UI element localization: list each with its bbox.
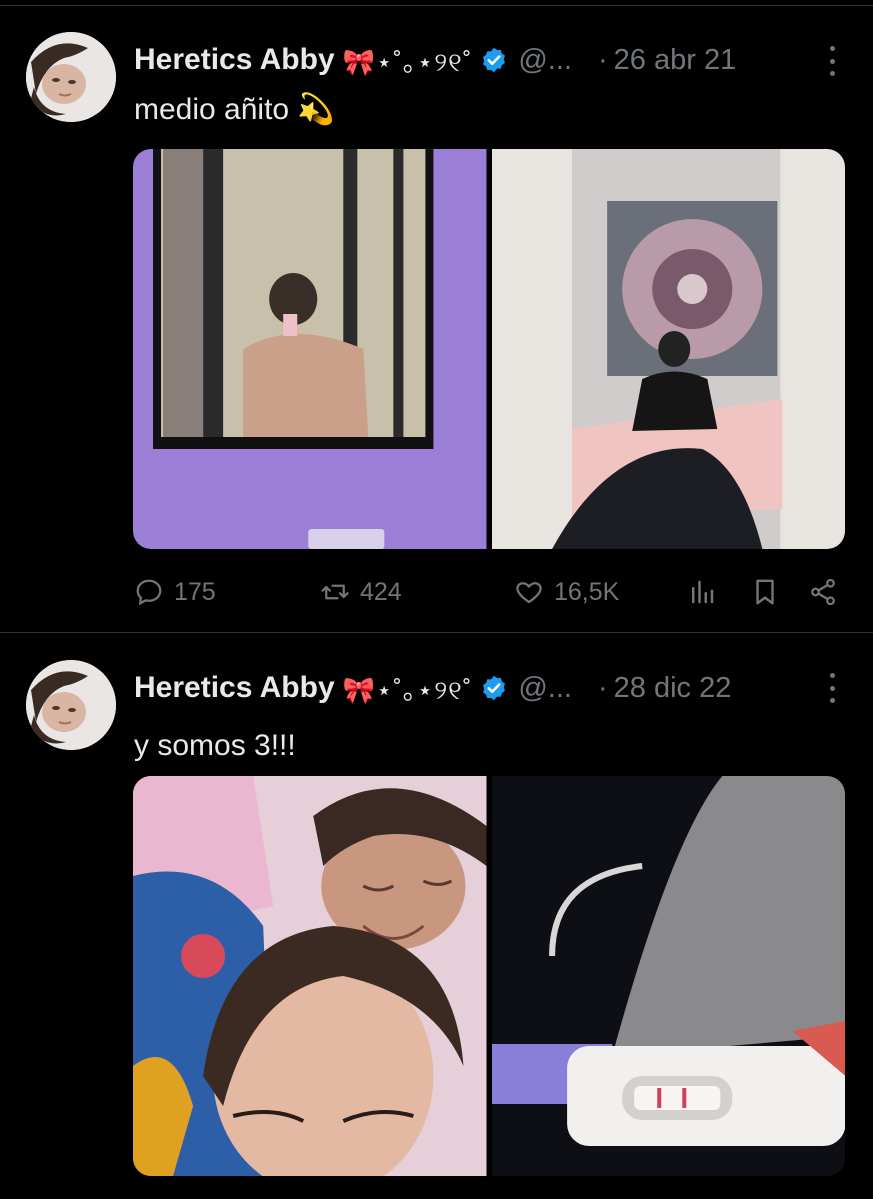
avatar[interactable] [26, 32, 116, 122]
retweet-icon [321, 584, 349, 600]
separator-dot: · [597, 671, 608, 704]
bookmark-icon [756, 579, 774, 605]
tweet-media[interactable] [133, 776, 845, 1176]
bedroom-mirror-photo[interactable] [491, 149, 845, 549]
share-icon [811, 578, 835, 606]
tweet-actions: 175 424 16,5K [134, 574, 846, 610]
share-button[interactable] [808, 574, 838, 610]
tweet-media[interactable] [133, 149, 845, 549]
avatar[interactable] [26, 660, 116, 750]
retweet-count: 424 [360, 577, 402, 606]
more-options-icon[interactable] [827, 46, 837, 76]
mirror-selfie-photo[interactable] [133, 149, 487, 549]
tweet[interactable]: Heretics Abby 🎀⋆˚｡⋆୨୧˚ @... · 28 dic 22 … [0, 633, 873, 1199]
author-handle[interactable]: @... [518, 44, 572, 77]
couple-selfie-photo[interactable] [133, 776, 487, 1176]
like-count: 16,5K [554, 577, 620, 606]
tweet-date[interactable]: 28 dic 22 [614, 672, 732, 705]
tweet[interactable]: Heretics Abby 🎀⋆˚｡⋆୨୧˚ @... · 26 abr 21 … [0, 0, 873, 632]
tweet-header: Heretics Abby 🎀⋆˚｡⋆୨୧˚ @... · 26 abr 21 [134, 38, 736, 82]
verified-badge-icon [480, 674, 508, 702]
tweet-date[interactable]: 26 abr 21 [614, 44, 737, 77]
like-button[interactable]: 16,5K [514, 574, 619, 610]
tweet-header: Heretics Abby 🎀⋆˚｡⋆୨୧˚ @... · 28 dic 22 [134, 666, 731, 710]
reply-button[interactable]: 175 [134, 574, 216, 610]
pregnancy-test-photo[interactable] [491, 776, 845, 1176]
views-button[interactable] [687, 574, 717, 610]
tweet-text: y somos 3!!! [134, 729, 296, 762]
reply-count: 175 [174, 577, 216, 606]
verified-badge-icon [480, 46, 508, 74]
heart-icon [516, 582, 542, 604]
author-name[interactable]: Heretics Abby [134, 43, 335, 77]
separator-dot: · [597, 43, 608, 76]
author-name[interactable]: Heretics Abby [134, 671, 335, 705]
reply-icon [136, 579, 162, 606]
name-decoration: 🎀⋆˚｡⋆୨୧˚ [342, 674, 473, 705]
name-decoration: 🎀⋆˚｡⋆୨୧˚ [342, 46, 473, 77]
author-handle[interactable]: @... [518, 672, 572, 705]
views-chart-icon [692, 580, 714, 604]
tweet-text: medio añito 💫 [134, 93, 335, 126]
bookmark-button[interactable] [750, 574, 780, 610]
retweet-button[interactable]: 424 [320, 574, 402, 610]
more-options-icon[interactable] [827, 673, 837, 703]
